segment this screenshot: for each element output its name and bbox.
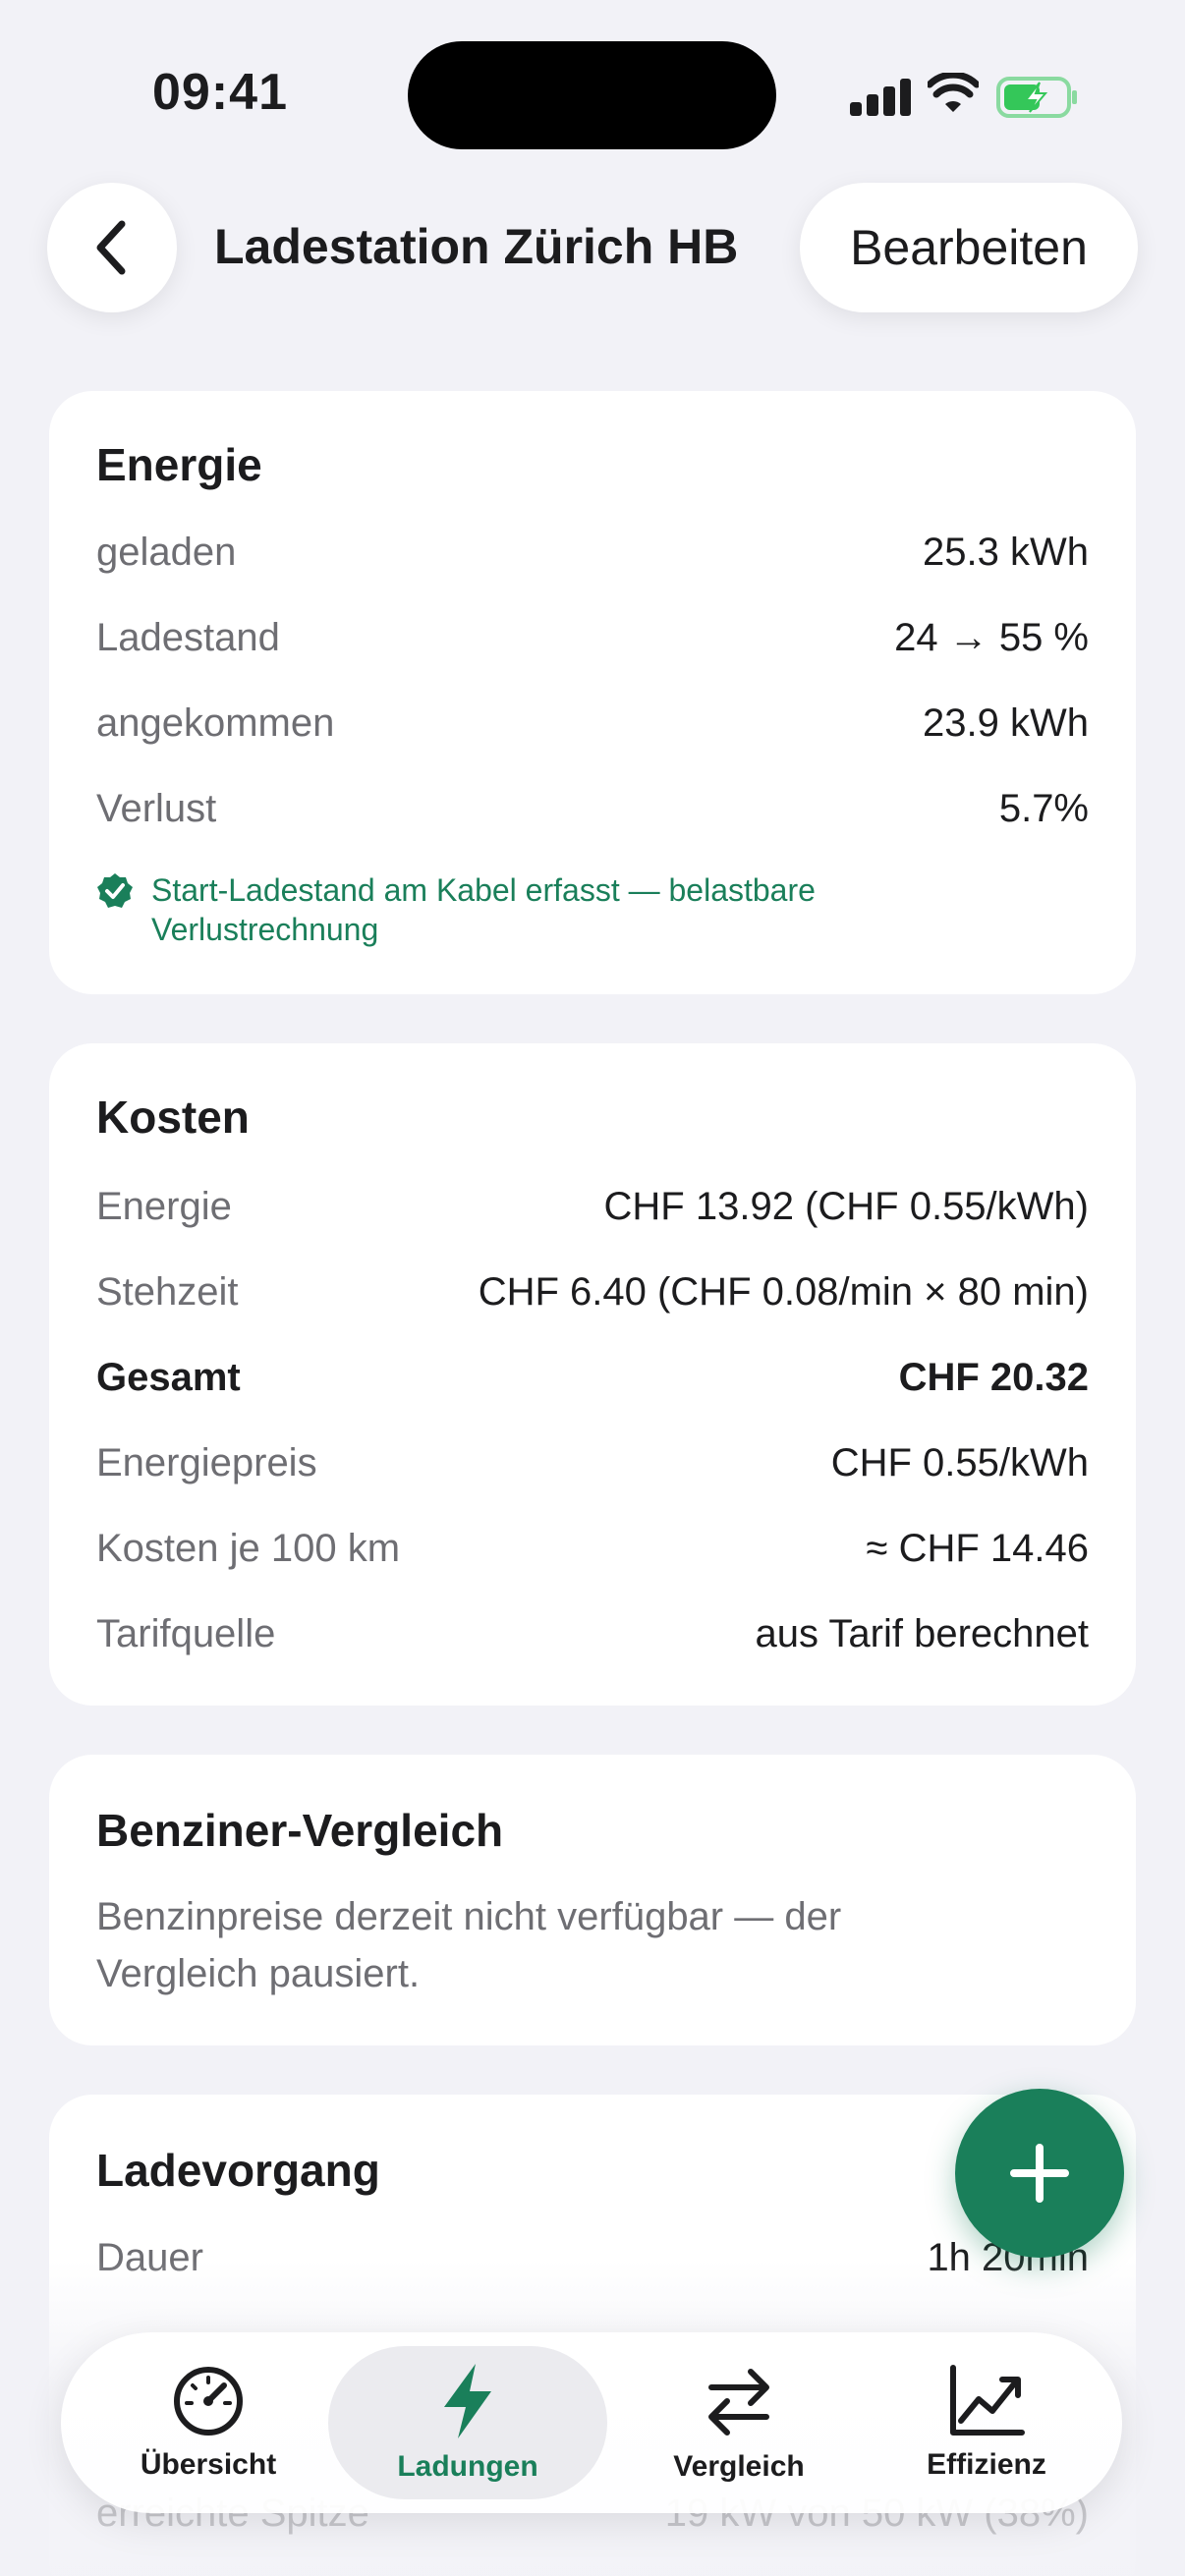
tab-charges[interactable]: Ladungen [328,2346,607,2499]
cost-row-tariff-source: Tarifquelle aus Tarif berechnet [96,1611,1089,1655]
energy-card: Energie geladen 25.3 kWh Ladestand 24 → … [49,391,1136,994]
energy-row-charged: geladen 25.3 kWh [96,530,1089,574]
energy-row-arrived: angekommen 23.9 kWh [96,700,1089,745]
tab-overview[interactable]: Übersicht [81,2346,336,2499]
verified-note-line2: Verlustrechnung [151,912,379,947]
verified-note-line1: Start-Ladestand am Kabel erfasst — belas… [151,872,816,908]
tab-efficiency[interactable]: Effizienz [859,2346,1114,2499]
cost-row-total: Gesamt CHF 20.32 [96,1355,1089,1399]
dynamic-island [408,41,776,149]
plus-icon [1010,2144,1069,2203]
chevron-left-icon [96,220,126,275]
charge-detail-screen: 09:41 Ladestation Zürich HB Bearbeiten E… [0,0,1185,2576]
cost-row-energy: Energie CHF 13.92 (CHF 0.55/kWh) [96,1184,1089,1228]
add-charge-button[interactable] [955,2089,1124,2258]
session-card-title: Ladevorgang [96,2145,380,2196]
cost-row-per-100km: Kosten je 100 km ≈ CHF 14.46 [96,1526,1089,1570]
cellular-signal-icon [850,79,911,116]
tab-compare[interactable]: Vergleich [611,2346,867,2499]
energy-card-title: Energie [96,439,262,490]
energy-row-loss: Verlust 5.7% [96,786,1089,830]
cost-row-energy-price: Energiepreis CHF 0.55/kWh [96,1440,1089,1484]
costs-card: Kosten Energie CHF 13.92 (CHF 0.55/kWh) … [49,1043,1136,1706]
chart-trend-icon [950,2365,1025,2436]
status-time: 09:41 [152,64,288,121]
verified-note: Start-Ladestand am Kabel erfasst — belas… [96,870,1089,949]
edit-button[interactable]: Bearbeiten [800,183,1138,312]
fuel-compare-title: Benziner-Vergleich [96,1805,504,1856]
battery-charging-icon [996,77,1077,118]
fuel-compare-card: Benziner-Vergleich Benzinpreise derzeit … [49,1755,1136,2045]
tab-bar: Übersicht Ladungen Vergleich Effizienz [61,2332,1122,2513]
energy-row-soc: Ladestand 24 → 55 % [96,615,1089,659]
verified-badge-icon [97,873,133,908]
bolt-icon [444,2364,491,2438]
costs-card-title: Kosten [96,1092,250,1143]
fuel-compare-text: Benzinpreise derzeit nicht verfügbar — d… [96,1895,842,1995]
page-title: Ladestation Zürich HB [214,219,739,274]
speedometer-icon [174,2367,243,2436]
cost-row-idle: Stehzeit CHF 6.40 (CHF 0.08/min × 80 min… [96,1269,1089,1314]
wifi-icon [928,73,979,112]
back-button[interactable] [47,183,177,312]
arrows-swap-icon [708,2369,769,2436]
